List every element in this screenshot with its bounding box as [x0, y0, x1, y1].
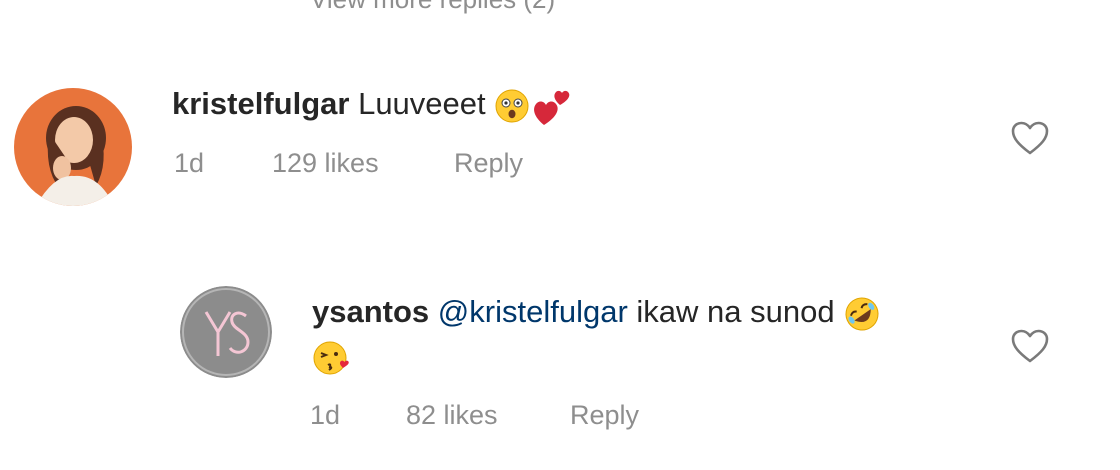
- comment-body: ikaw na sunod: [636, 294, 835, 329]
- comment-ysantos: ysantos @kristelfulgar ikaw na sunod 1d …: [0, 230, 1120, 470]
- comment-likes[interactable]: 129 likes: [272, 148, 379, 179]
- comment-username[interactable]: ysantos: [312, 294, 429, 329]
- like-heart-icon[interactable]: [1010, 328, 1050, 364]
- comment-username[interactable]: kristelfulgar: [172, 86, 349, 121]
- rolling-on-floor-laughing-icon: [843, 295, 881, 333]
- comment-timestamp: 1d: [310, 400, 341, 430]
- comment-meta: 1d 82 likes Reply: [310, 400, 710, 436]
- comment-kristelfulgar: kristelfulgar Luuveeet 1d 129 likes Repl…: [0, 0, 1120, 230]
- reply-button[interactable]: Reply: [570, 400, 639, 431]
- comment-body: Luuveeet: [358, 86, 486, 121]
- like-heart-icon[interactable]: [1010, 120, 1050, 156]
- avatar[interactable]: [14, 88, 132, 206]
- two-hearts-icon: [530, 85, 572, 127]
- comment-text-line-2: [312, 336, 352, 378]
- face-blowing-kiss-icon: [312, 338, 352, 378]
- comment-likes[interactable]: 82 likes: [406, 400, 498, 431]
- astonished-face-icon: [494, 88, 530, 124]
- comment-mention-link[interactable]: @kristelfulgar: [438, 294, 628, 329]
- comment-timestamp: 1d: [174, 148, 205, 178]
- comment-text-line: kristelfulgar Luuveeet: [172, 84, 572, 127]
- comment-text-line: ysantos @kristelfulgar ikaw na sunod: [312, 292, 881, 333]
- comment-meta: 1d 129 likes Reply: [174, 148, 574, 184]
- reply-button[interactable]: Reply: [454, 148, 523, 179]
- avatar[interactable]: [180, 286, 272, 378]
